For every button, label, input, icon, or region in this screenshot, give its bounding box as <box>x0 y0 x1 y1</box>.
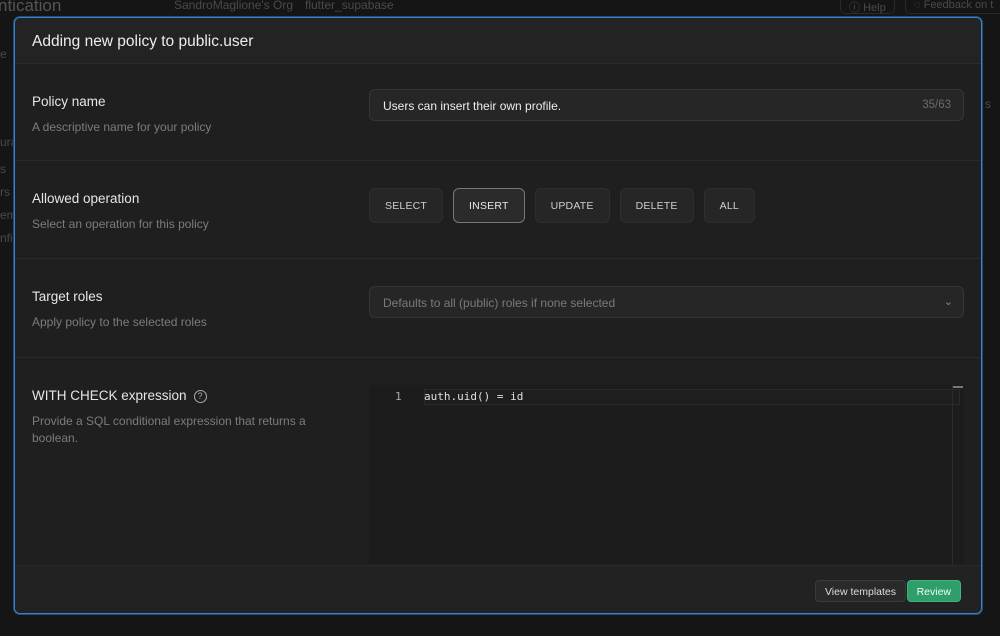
feedback-icon: ◌ <box>914 0 924 11</box>
feedback-label: Feedback on t <box>923 0 994 11</box>
policy-name-label: Policy name <box>32 94 106 109</box>
view-templates-button[interactable]: View templates <box>814 580 906 602</box>
op-delete-button[interactable]: DELETE <box>619 188 694 223</box>
policy-name-value: Users can insert their own profile. <box>383 99 562 113</box>
roles-description: Apply policy to the selected roles <box>32 315 207 329</box>
org-breadcrumb[interactable]: SandroMaglione's Org <box>174 0 293 12</box>
op-select-button[interactable]: SELECT <box>369 188 444 223</box>
code-line[interactable]: auth.uid() = id <box>424 390 523 403</box>
editor-scrollbar[interactable] <box>952 385 963 566</box>
operation-selector: SELECT INSERT UPDATE DELETE ALL <box>369 188 755 223</box>
sql-editor[interactable]: 1 auth.uid() = id <box>369 385 964 566</box>
check-section: WITH CHECK expression? Provide a SQL con… <box>15 358 981 566</box>
feedback-button[interactable]: ◌ Feedback on t <box>905 0 1000 14</box>
policy-name-input[interactable]: Users can insert their own profile. 35/6… <box>369 89 964 121</box>
policy-name-description: A descriptive name for your policy <box>32 120 212 134</box>
help-label: Help <box>863 2 886 14</box>
op-all-button[interactable]: ALL <box>703 188 755 223</box>
operation-section: Allowed operation Select an operation fo… <box>15 161 981 259</box>
roles-section: Target roles Apply policy to the selecte… <box>15 259 981 358</box>
check-label-text: WITH CHECK expression <box>32 388 187 403</box>
project-breadcrumb[interactable]: flutter_supabase <box>305 0 394 12</box>
roles-placeholder: Defaults to all (public) roles if none s… <box>383 296 616 310</box>
sidebar-fragment: e <box>0 47 7 61</box>
review-button[interactable]: Review <box>906 580 961 602</box>
chevron-down-icon: ⌄ <box>943 296 953 308</box>
page-title-bg: ntication <box>0 0 62 15</box>
right-fragment: s <box>985 97 991 111</box>
line-number: 1 <box>395 390 402 403</box>
policy-name-section: Policy name A descriptive name for your … <box>15 64 981 161</box>
check-label: WITH CHECK expression? <box>32 388 207 403</box>
op-update-button[interactable]: UPDATE <box>534 188 610 223</box>
operation-label: Allowed operation <box>32 191 140 206</box>
roles-select[interactable]: Defaults to all (public) roles if none s… <box>369 286 964 318</box>
add-policy-modal: Adding new policy to public.user Policy … <box>14 17 982 614</box>
op-insert-button[interactable]: INSERT <box>453 188 525 223</box>
modal-title: Adding new policy to public.user <box>15 18 981 64</box>
sidebar-fragment: s <box>0 162 6 176</box>
sidebar-fragment: nfi <box>0 231 13 245</box>
roles-label: Target roles <box>32 289 103 304</box>
help-button[interactable]: ⓘ Help <box>840 0 895 14</box>
char-count: 35/63 <box>922 99 951 111</box>
modal-footer: View templates Review <box>15 565 981 613</box>
check-description: Provide a SQL conditional expression tha… <box>32 414 306 445</box>
help-icon: ⓘ <box>849 2 864 14</box>
help-circle-icon[interactable]: ? <box>193 390 207 403</box>
operation-description: Select an operation for this policy <box>32 217 209 231</box>
sidebar-fragment: rs <box>0 185 10 199</box>
